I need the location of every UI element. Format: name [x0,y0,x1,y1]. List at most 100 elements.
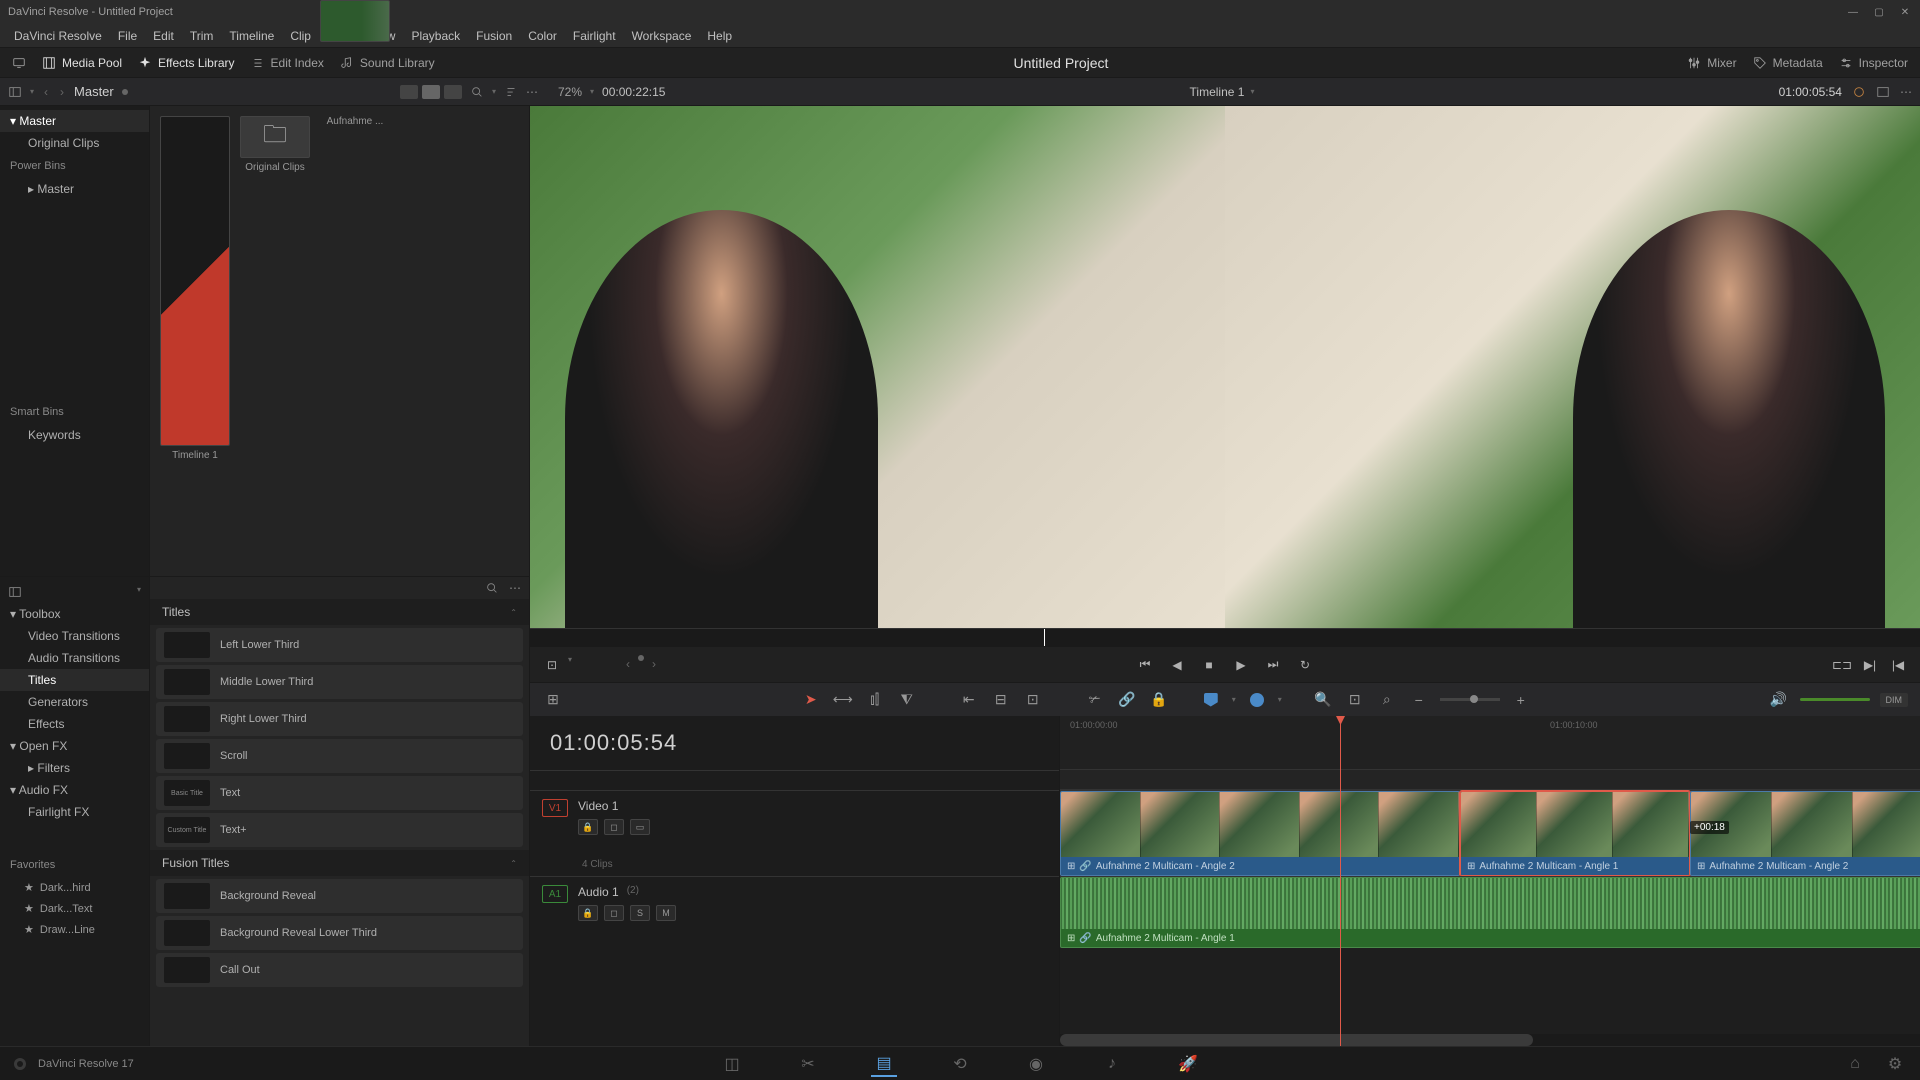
first-frame-button[interactable]: ⏮ [1135,655,1155,675]
zoom-out-button[interactable]: − [1408,689,1430,711]
fx-generators[interactable]: Generators [0,691,149,713]
zoom-preset-button[interactable]: 🔍 [1312,689,1334,711]
smart-bins-header[interactable]: Smart Bins [0,400,149,424]
sidebar-toggle-icon[interactable] [8,585,22,599]
audio-track-header[interactable]: A1 Audio 1(2) 🔒 ◻ S M [530,876,1059,948]
fx-item-background-reveal-lower-third[interactable]: Background Reveal Lower Third [156,916,523,950]
video-track-lane[interactable]: ⊞ 🔗 Aufnahme 2 Multicam - Angle 2 ⊞ Aufn… [1060,790,1920,876]
solo-button[interactable]: S [630,905,650,921]
nav-back-button[interactable]: ‹ [42,83,50,101]
fav-dark-third[interactable]: ★ Dark...hird [0,877,149,898]
mute-button[interactable]: M [656,905,676,921]
fx-video-transitions[interactable]: Video Transitions [0,625,149,647]
custom-zoom-button[interactable]: ⌕ [1376,689,1398,711]
inout-button[interactable]: ⊏⊐ [1832,655,1852,675]
chevron-down-icon[interactable]: ▾ [1250,87,1254,96]
fx-audio-transitions[interactable]: Audio Transitions [0,647,149,669]
detail-zoom-button[interactable]: ⊡ [1344,689,1366,711]
list-view-button[interactable] [444,85,462,99]
fx-item-text-plus[interactable]: Custom TitleText+ [156,813,523,847]
fx-filters[interactable]: ▸ Filters [0,757,149,779]
dynamic-trim-tool[interactable]: ⫾⫿ [864,689,886,711]
chevron-down-icon[interactable]: ▾ [1232,695,1236,704]
chevron-down-icon[interactable]: ▾ [1278,695,1282,704]
bin-original-clips[interactable]: Original Clips [0,132,149,154]
chevron-down-icon[interactable]: ▾ [590,87,594,96]
menu-edit[interactable]: Edit [145,27,182,45]
scrubber-playhead[interactable] [1044,629,1045,646]
menu-fusion[interactable]: Fusion [468,27,520,45]
maximize-button[interactable]: ▢ [1872,5,1886,19]
zoom-value[interactable]: 72% [558,85,582,99]
bin-master[interactable]: ▾ Master [0,110,149,132]
overwrite-button[interactable]: ⊟ [990,689,1012,711]
clip-thumb-folder[interactable]: 🗀 Original Clips [240,116,310,461]
clip-thumb-aufnahme[interactable]: Aufnahme ... [320,116,390,461]
sidebar-toggle-icon[interactable] [8,85,22,99]
insert-button[interactable]: ⇤ [958,689,980,711]
scrollbar-thumb[interactable] [1060,1034,1533,1046]
track-lock-button[interactable]: 🔒 [578,905,598,921]
inspector-button[interactable]: Inspector [1839,56,1908,70]
cut-page-tab[interactable]: ✂ [795,1051,821,1077]
multicam-angle-2[interactable] [1225,106,1920,628]
fx-audiofx[interactable]: ▾ Audio FX [0,779,149,801]
zoom-slider[interactable] [1440,698,1500,701]
play-button[interactable]: ▶ [1231,655,1251,675]
bypass-icon[interactable] [1852,85,1866,99]
project-settings-button[interactable]: ⚙ [1882,1051,1908,1077]
home-button[interactable]: ⌂ [1842,1051,1868,1077]
loop-button[interactable]: ↻ [1295,655,1315,675]
next-button[interactable]: ▶| [1860,655,1880,675]
media-page-tab[interactable]: ◫ [719,1051,745,1077]
chevron-down-icon[interactable]: ▾ [568,655,572,675]
viewer-scrubber[interactable] [530,628,1920,646]
search-icon[interactable] [470,85,484,99]
marker-flag[interactable] [1200,689,1222,711]
timeline-scrollbar[interactable] [1060,1034,1920,1046]
menu-help[interactable]: Help [699,27,740,45]
timeline-name-dropdown[interactable]: Timeline 1 [1190,85,1245,99]
chevron-down-icon[interactable]: ▾ [30,87,34,96]
metadata-button[interactable]: Metadata [1753,56,1823,70]
fx-item-scroll[interactable]: Scroll [156,739,523,773]
zoom-in-button[interactable]: + [1510,689,1532,711]
stop-button[interactable]: ■ [1199,655,1219,675]
track-disable-button[interactable]: ◻ [604,905,624,921]
video-track-header[interactable]: V1 Video 1 🔒 ◻ ▭ 4 Clips [530,790,1059,876]
video-clip-2[interactable]: ⊞ Aufnahme 2 Multicam - Angle 1 [1460,791,1690,876]
search-icon[interactable] [485,581,499,595]
fx-item-call-out[interactable]: Call Out [156,953,523,987]
dim-button[interactable]: DIM [1880,693,1909,707]
menu-workspace[interactable]: Workspace [624,27,700,45]
fx-fairlight-fx[interactable]: Fairlight FX [0,801,149,823]
fx-effects[interactable]: Effects [0,713,149,735]
timeline-ruler[interactable]: 01:00:00:00 01:00:10:00 01:00:20:00 [1060,716,1920,770]
nav-forward-button[interactable]: › [58,83,66,101]
step-back-button[interactable]: ◀ [1167,655,1187,675]
menu-playback[interactable]: Playback [403,27,468,45]
media-pool-content[interactable]: Timeline 1 🗀 Original Clips Aufnahme ... [150,106,529,576]
selection-tool[interactable]: ➤ [800,689,822,711]
menu-timeline[interactable]: Timeline [221,27,282,45]
track-disable-button[interactable]: ◻ [604,819,624,835]
fx-toolbox[interactable]: ▾ Toolbox [0,603,149,625]
menu-trim[interactable]: Trim [182,27,222,45]
clip-thumb-timeline1[interactable]: Timeline 1 [160,116,230,461]
menu-clip[interactable]: Clip [282,27,319,45]
color-page-tab[interactable]: ◉ [1023,1051,1049,1077]
menu-file[interactable]: File [110,27,145,45]
minimize-button[interactable]: — [1846,5,1860,19]
audio-clip-1[interactable]: ⊞ 🔗 Aufnahme 2 Multicam - Angle 1 [1060,877,1920,948]
menu-davinci-resolve[interactable]: DaVinci Resolve [6,27,110,45]
menu-fairlight[interactable]: Fairlight [565,27,624,45]
next-edit-button[interactable]: › [650,655,658,675]
flag-button[interactable]: 🔒 [1148,689,1170,711]
breadcrumb[interactable]: Master [74,84,114,99]
fx-openfx[interactable]: ▾ Open FX [0,735,149,757]
replace-button[interactable]: ⊡ [1022,689,1044,711]
close-button[interactable]: ✕ [1898,5,1912,19]
fullscreen-button[interactable] [12,56,26,70]
fx-item-right-lower-third[interactable]: Right Lower Third [156,702,523,736]
prev-button[interactable]: |◀ [1888,655,1908,675]
